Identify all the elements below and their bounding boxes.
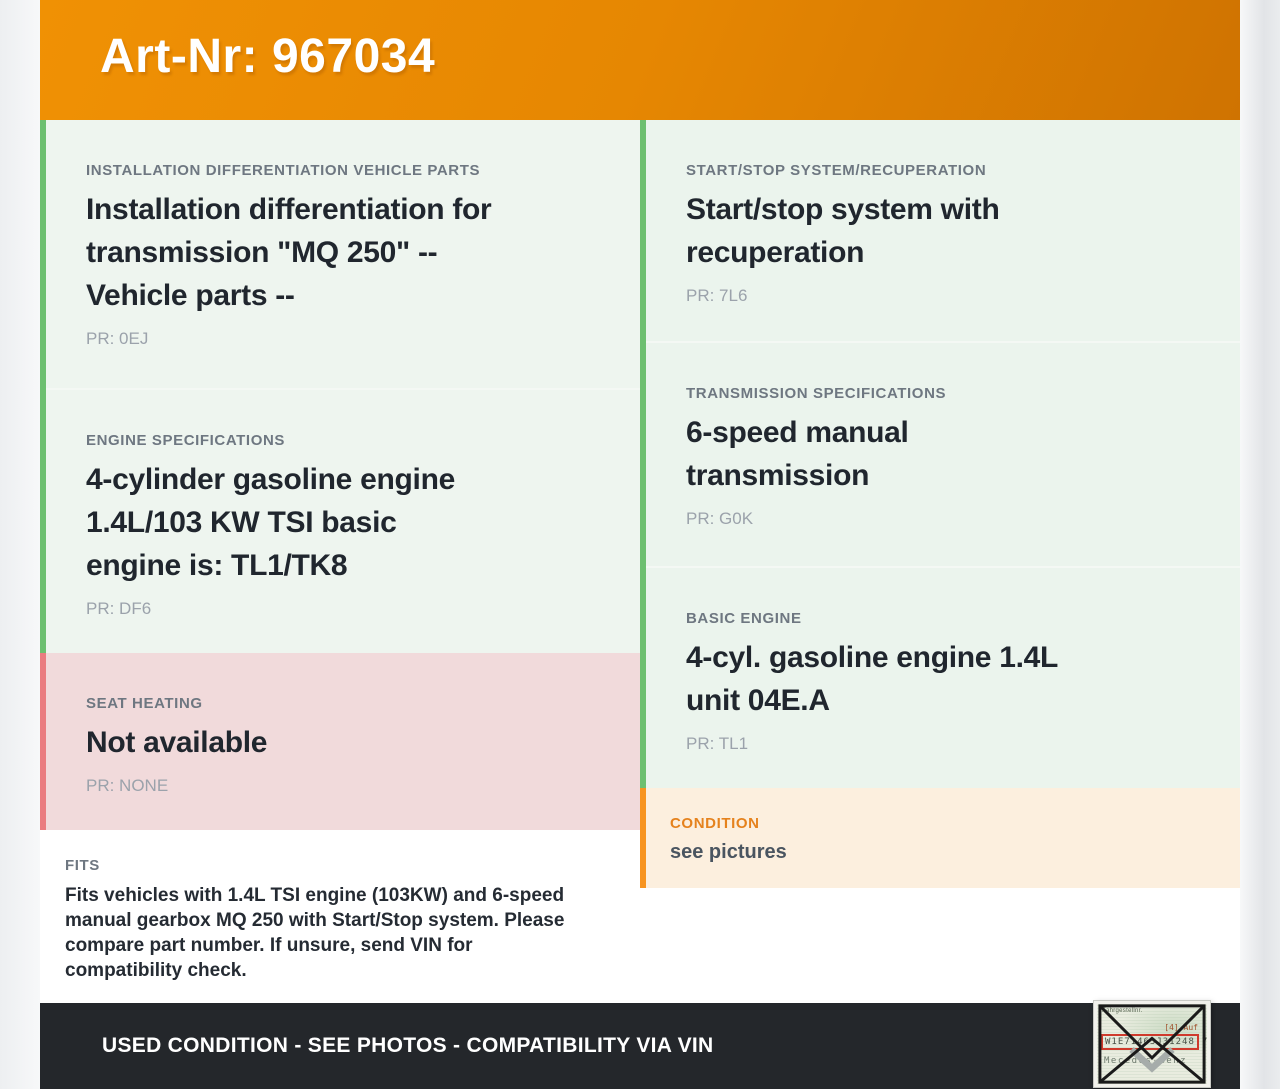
attributes-grid: INSTALLATION DIFFERENTIATION VEHICLE PAR… <box>40 120 1240 1003</box>
card-eyebrow: ENGINE SPECIFICATIONS <box>86 432 286 449</box>
listing-page: Art-Nr: 967034 INSTALLATION DIFFERENTIAT… <box>40 0 1240 1089</box>
card-eyebrow: SEAT HEATING <box>86 695 203 712</box>
page-header: Art-Nr: 967034 <box>40 0 1240 120</box>
card-title: Not available <box>86 726 268 759</box>
pr-code: PR: NONE <box>86 776 169 795</box>
card-installation-differentiation: INSTALLATION DIFFERENTIATION VEHICLE PAR… <box>40 120 640 388</box>
pr-code: PR: TL1 <box>686 734 749 753</box>
card-title: 4-cyl. gasoline engine 1.4L unit 04E.A <box>686 641 1058 717</box>
card-seat-heating: SEAT HEATING Not available PR: NONE <box>40 653 640 830</box>
card-basic-engine: BASIC ENGINE 4-cyl. gasoline engine 1.4L… <box>640 568 1240 788</box>
card-eyebrow: BASIC ENGINE <box>686 610 802 627</box>
card-start-stop-system: START/STOP SYSTEM/RECUPERATION Start/sto… <box>640 120 1240 341</box>
envelope-icon <box>1097 1004 1207 1084</box>
card-title: Installation differentiation for transmi… <box>86 193 492 312</box>
card-title: 4-cylinder gasoline engine 1.4L/103 KW T… <box>86 463 455 582</box>
card-engine-specifications: ENGINE SPECIFICATIONS 4-cylinder gasolin… <box>40 390 640 653</box>
card-fits: FITS Fits vehicles with 1.4L TSI engine … <box>40 830 640 1003</box>
pr-code: PR: DF6 <box>86 599 152 618</box>
card-eyebrow: CONDITION <box>670 815 760 832</box>
right-column-filler <box>640 888 1240 1003</box>
pr-code: PR: 0EJ <box>86 329 149 348</box>
footer-banner: USED CONDITION - SEE PHOTOS - COMPATIBIL… <box>40 1003 1240 1089</box>
condition-value: see pictures <box>670 841 787 863</box>
left-column: INSTALLATION DIFFERENTIATION VEHICLE PAR… <box>40 120 640 1003</box>
pr-code: PR: 7L6 <box>686 286 748 305</box>
card-eyebrow: TRANSMISSION SPECIFICATIONS <box>686 385 947 402</box>
card-title: Start/stop system with recuperation <box>686 193 1000 269</box>
card-title: 6-speed manual transmission <box>686 416 909 492</box>
card-eyebrow: INSTALLATION DIFFERENTIATION VEHICLE PAR… <box>86 162 481 179</box>
footer-text: USED CONDITION - SEE PHOTOS - COMPATIBIL… <box>102 1034 714 1057</box>
card-eyebrow: START/STOP SYSTEM/RECUPERATION <box>686 162 987 179</box>
fits-description: Fits vehicles with 1.4L TSI engine (103K… <box>65 885 565 981</box>
card-condition: CONDITION see pictures <box>640 788 1240 888</box>
vin-document-thumbnail: Fahrgestellnr. [4] Auf W1E71463J31248 7 … <box>1094 1001 1210 1087</box>
article-number-title: Art-Nr: 967034 <box>100 29 436 83</box>
card-transmission-specifications: TRANSMISSION SPECIFICATIONS 6-speed manu… <box>640 343 1240 566</box>
card-eyebrow: FITS <box>65 857 100 874</box>
pr-code: PR: G0K <box>686 509 754 528</box>
right-column: START/STOP SYSTEM/RECUPERATION Start/sto… <box>640 120 1240 1003</box>
